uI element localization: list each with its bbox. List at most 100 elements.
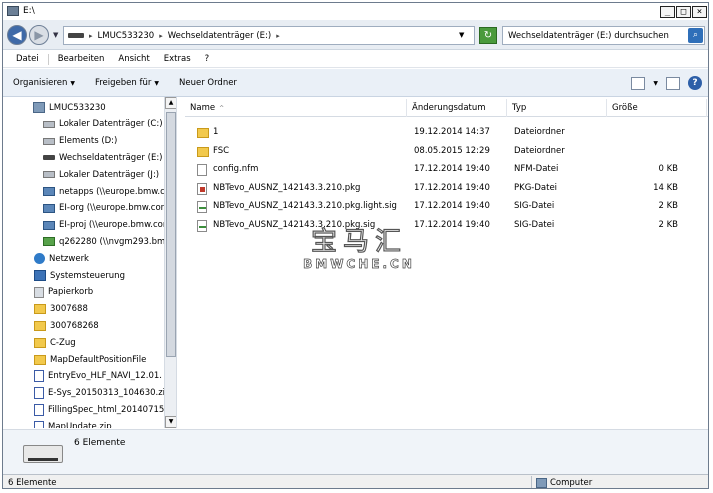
recent-pages-dropdown[interactable]: ▼ [53,31,58,39]
computer-icon [33,102,45,113]
network-drive-icon [43,187,55,196]
organize-button[interactable]: Organisieren ▼ [13,78,75,88]
tree-item[interactable]: Papierkorb [34,284,93,301]
chevron-right-icon[interactable]: ▸ [89,32,93,40]
tree-item[interactable]: EI-org (\\europe.bmw.cor [43,200,164,217]
view-controls: ▼ ? [631,76,702,90]
menu-help[interactable]: ? [198,54,217,64]
help-icon[interactable]: ? [688,76,702,90]
tree-item-label: q262280 (\\nvgm293.bmw [59,236,173,247]
tree-item[interactable]: MapUpdate.zip [34,418,112,428]
file-row[interactable]: NBTevo_AUSNZ_142143.3.210.pkg.light.sig 1… [178,198,708,215]
refresh-button[interactable]: ↻ [479,27,497,44]
scroll-up-icon[interactable]: ▲ [165,97,176,109]
back-button[interactable]: ◀ [7,25,27,45]
breadcrumb-drive[interactable]: Wechseldatenträger (E:) [168,31,272,41]
status-location: Computer [550,478,593,488]
forward-button[interactable]: ▶ [29,25,49,45]
folder-icon [197,146,209,157]
column-date[interactable]: Änderungsdatum [407,99,507,117]
tree-item[interactable]: Wechseldatenträger (E:) [43,149,163,166]
document-icon [197,164,207,177]
tree-item-label: FillingSpec_html_20140715. [48,404,168,415]
breadcrumb-computer[interactable]: LMUC533230 [98,31,155,41]
menu-bearbeiten[interactable]: Bearbeiten [51,54,112,64]
tree-item[interactable]: Lokaler Datenträger (J:) [43,166,159,183]
title-bar[interactable]: E:\ _ □ × [3,3,708,20]
scroll-down-icon[interactable]: ▼ [165,416,176,428]
folder-icon [34,304,46,315]
file-date: 17.12.2014 19:40 [414,164,490,175]
tree-item-label: Lokaler Datenträger (J:) [59,169,160,180]
tree-item[interactable]: EntryEvo_HLF_NAVI_12.01. [34,368,162,385]
tree-item[interactable]: FillingSpec_html_20140715. [34,401,167,418]
file-row[interactable]: 1 19.12.2014 14:37 Dateiordner [178,124,708,141]
zip-icon [34,403,44,416]
menu-divider [47,53,49,65]
column-size[interactable]: Größe [607,99,707,117]
explorer-window: E:\ _ □ × ◀ ▶ ▼ ▸ LMUC533230 ▸ Wechselda… [2,2,709,489]
network-drive-icon [43,237,55,247]
chevron-right-icon[interactable]: ▸ [276,32,280,40]
search-icon[interactable]: ⌕ [688,28,703,43]
details-item-count: 6 Elemente [74,438,126,448]
folder-icon [34,320,46,331]
close-button[interactable]: × [692,6,707,18]
file-row[interactable]: FSC 08.05.2015 12:29 Dateiordner [178,143,708,160]
tree-item[interactable]: Systemsteuerung [34,267,125,284]
navigation-scrollbar[interactable]: ▲ ▼ [164,97,176,428]
tree-item[interactable]: MapDefaultPositionFile [34,351,146,368]
minimize-button[interactable]: _ [660,6,675,18]
zip-icon [34,370,44,383]
file-size: 2 KB [658,201,678,212]
search-box[interactable]: ⌕ [502,26,705,45]
file-date: 17.12.2014 19:40 [414,220,490,230]
search-input[interactable] [503,27,683,44]
control-panel-icon [34,270,46,281]
hdd-icon [43,137,55,145]
column-type[interactable]: Typ [507,99,607,117]
view-options-icon[interactable] [631,76,646,90]
menu-ansicht[interactable]: Ansicht [111,54,156,64]
view-dropdown-icon[interactable]: ▼ [653,80,658,87]
computer-icon [536,478,547,488]
tree-item-label: Papierkorb [48,287,94,298]
new-folder-button[interactable]: Neuer Ordner [179,78,237,88]
file-row[interactable]: config.nfm 17.12.2014 19:40 NFM-Datei 0 KB [178,161,708,178]
address-history-dropdown[interactable]: ▼ [459,31,464,39]
tree-item[interactable]: Lokaler Datenträger (C:) [43,116,163,133]
menu-extras[interactable]: Extras [157,54,198,64]
tree-item-label: netapps (\\europe.bmw.c [59,186,165,197]
tree-item[interactable]: E-Sys_20150313_104630.zi [34,385,165,402]
tree-item[interactable]: Netzwerk [34,250,89,267]
file-type: Dateiordner [514,127,565,137]
file-row[interactable]: NBTevo_AUSNZ_142143.3.210.pkg.sig 17.12.2… [178,217,708,234]
tree-item[interactable]: LMUC533230 [33,99,106,116]
tree-item[interactable]: q262280 (\\nvgm293.bmw [43,233,172,250]
window-title: E:\ [23,6,35,16]
file-date: 08.05.2015 12:29 [414,145,490,156]
scroll-thumb[interactable] [166,112,176,357]
tree-item-label: E-Sys_20150313_104630.zi [48,388,166,399]
file-name: config.nfm [213,164,259,175]
tree-item[interactable]: netapps (\\europe.bmw.c [43,183,165,200]
column-name[interactable]: Name ^ [185,99,407,117]
status-bar: 6 Elemente Computer [3,474,708,488]
tree-item[interactable]: 300768268 [34,317,99,334]
network-drive-icon [43,203,55,213]
tree-item[interactable]: Elements (D:) [43,133,117,150]
preview-pane-icon[interactable] [666,76,680,90]
file-size: 0 KB [658,164,678,175]
maximize-button[interactable]: □ [676,6,691,18]
share-button[interactable]: Freigeben für ▼ [95,78,159,88]
tree-item[interactable]: C-Zug [34,334,76,351]
file-row[interactable]: NBTevo_AUSNZ_142143.3.210.pkg 17.12.2014 … [178,180,708,197]
file-type: PKG-Datei [514,182,558,193]
tree-item[interactable]: 3007688 [34,301,88,318]
column-name-label: Name [190,103,216,113]
menu-datei[interactable]: Datei [9,54,46,64]
address-bar[interactable]: ▸ LMUC533230 ▸ Wechseldatenträger (E:) ▸ [63,26,475,45]
tree-item-label: Wechseldatenträger (E:) [59,152,163,163]
tree-item[interactable]: EI-proj (\\europe.bmw.cor [43,217,166,234]
chevron-right-icon[interactable]: ▸ [159,32,163,40]
